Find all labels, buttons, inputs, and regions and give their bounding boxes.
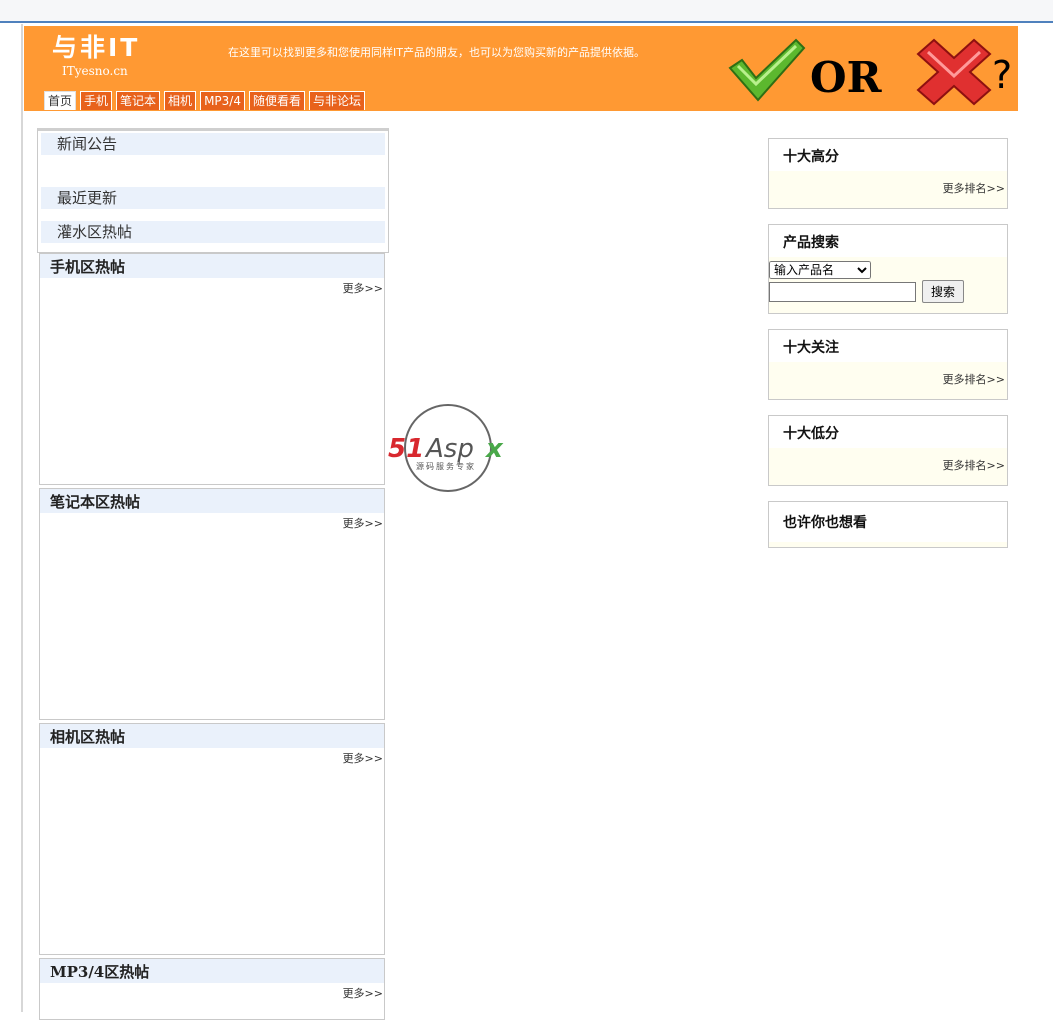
- mp3-hot-title: MP3/4区热帖: [40, 959, 384, 983]
- product-search-panel: 产品搜索 输入产品名 搜索: [768, 224, 1008, 314]
- svg-text:x: x: [484, 434, 504, 464]
- top-ten-follow-panel: 十大关注 更多排名>>: [768, 329, 1008, 400]
- 51aspx-watermark-logo: 51 Asp x 源码服务专家: [388, 404, 504, 492]
- svg-text:OR: OR: [810, 53, 883, 102]
- top-ten-low-title: 十大低分: [769, 416, 1007, 448]
- news-announcement-tab[interactable]: 新闻公告: [41, 133, 385, 155]
- nav-browse[interactable]: 随便看看: [248, 91, 305, 110]
- water-area-hot-tab[interactable]: 灌水区热帖: [41, 221, 385, 243]
- camera-hot-posts: 相机区热帖 更多>>: [39, 723, 385, 955]
- phone-hot-title: 手机区热帖: [40, 254, 384, 278]
- site-domain: ITyesno.cn: [62, 64, 128, 78]
- product-search-input[interactable]: [769, 282, 916, 302]
- top-ten-follow-title: 十大关注: [769, 330, 1007, 362]
- nav-phone[interactable]: 手机: [80, 91, 113, 110]
- product-search-title: 产品搜索: [769, 225, 1007, 257]
- laptop-hot-more-link[interactable]: 更多>>: [40, 515, 384, 531]
- page-left-border: [21, 24, 23, 1012]
- latest-updates-tab[interactable]: 最近更新: [41, 187, 385, 209]
- search-button[interactable]: 搜索: [922, 280, 964, 303]
- site-logo[interactable]: 与非IT: [52, 34, 140, 62]
- phone-hot-more-link[interactable]: 更多>>: [40, 280, 384, 296]
- camera-hot-more-link[interactable]: 更多>>: [40, 750, 384, 766]
- top-ten-low-panel: 十大低分 更多排名>>: [768, 415, 1008, 486]
- maybe-like-title: 也许你也想看: [769, 502, 1007, 542]
- phone-hot-posts: 手机区热帖 更多>>: [39, 253, 385, 485]
- top-ten-high-more-link[interactable]: 更多排名>>: [769, 171, 1007, 196]
- maybe-like-panel: 也许你也想看: [768, 501, 1008, 548]
- product-search-select[interactable]: 输入产品名: [769, 261, 871, 279]
- laptop-hot-title: 笔记本区热帖: [40, 489, 384, 513]
- top-ten-follow-more-link[interactable]: 更多排名>>: [769, 362, 1007, 387]
- nav-camera[interactable]: 相机: [164, 91, 197, 110]
- news-panel: 新闻公告 最近更新 灌水区热帖: [37, 128, 389, 253]
- top-ten-high-panel: 十大高分 更多排名>>: [768, 138, 1008, 209]
- svg-text:?: ?: [992, 53, 1012, 97]
- top-ten-low-more-link[interactable]: 更多排名>>: [769, 448, 1007, 473]
- nav-home[interactable]: 首页: [44, 91, 77, 110]
- svg-text:源码服务专家: 源码服务专家: [416, 461, 476, 471]
- nav-laptop[interactable]: 笔记本: [116, 91, 161, 110]
- top-ten-high-title: 十大高分: [769, 139, 1007, 171]
- cross-mark-icon: [916, 38, 992, 106]
- mp3-hot-more-link[interactable]: 更多>>: [40, 985, 384, 1001]
- nav-forum[interactable]: 与非论坛: [308, 91, 365, 110]
- svg-text:51: 51: [388, 434, 424, 464]
- mp3-hot-posts: MP3/4区热帖 更多>>: [39, 958, 385, 1020]
- main-nav: 首页 手机 笔记本 相机 MP3/4 随便看看 与非论坛: [44, 91, 365, 110]
- laptop-hot-posts: 笔记本区热帖 更多>>: [39, 488, 385, 720]
- browser-top-strip: [0, 0, 1053, 23]
- check-mark-icon: [728, 38, 806, 102]
- site-tagline: 在这里可以找到更多和您使用同样IT产品的朋友，也可以为您购买新的产品提供依据。: [228, 46, 645, 59]
- nav-mp3[interactable]: MP3/4: [200, 91, 245, 110]
- svg-text:Asp: Asp: [424, 434, 474, 464]
- site-header: 与非IT ITyesno.cn 在这里可以找到更多和您使用同样IT产品的朋友，也…: [24, 26, 1018, 111]
- yes-or-no-banner: OR ?: [728, 38, 1012, 106]
- camera-hot-title: 相机区热帖: [40, 724, 384, 748]
